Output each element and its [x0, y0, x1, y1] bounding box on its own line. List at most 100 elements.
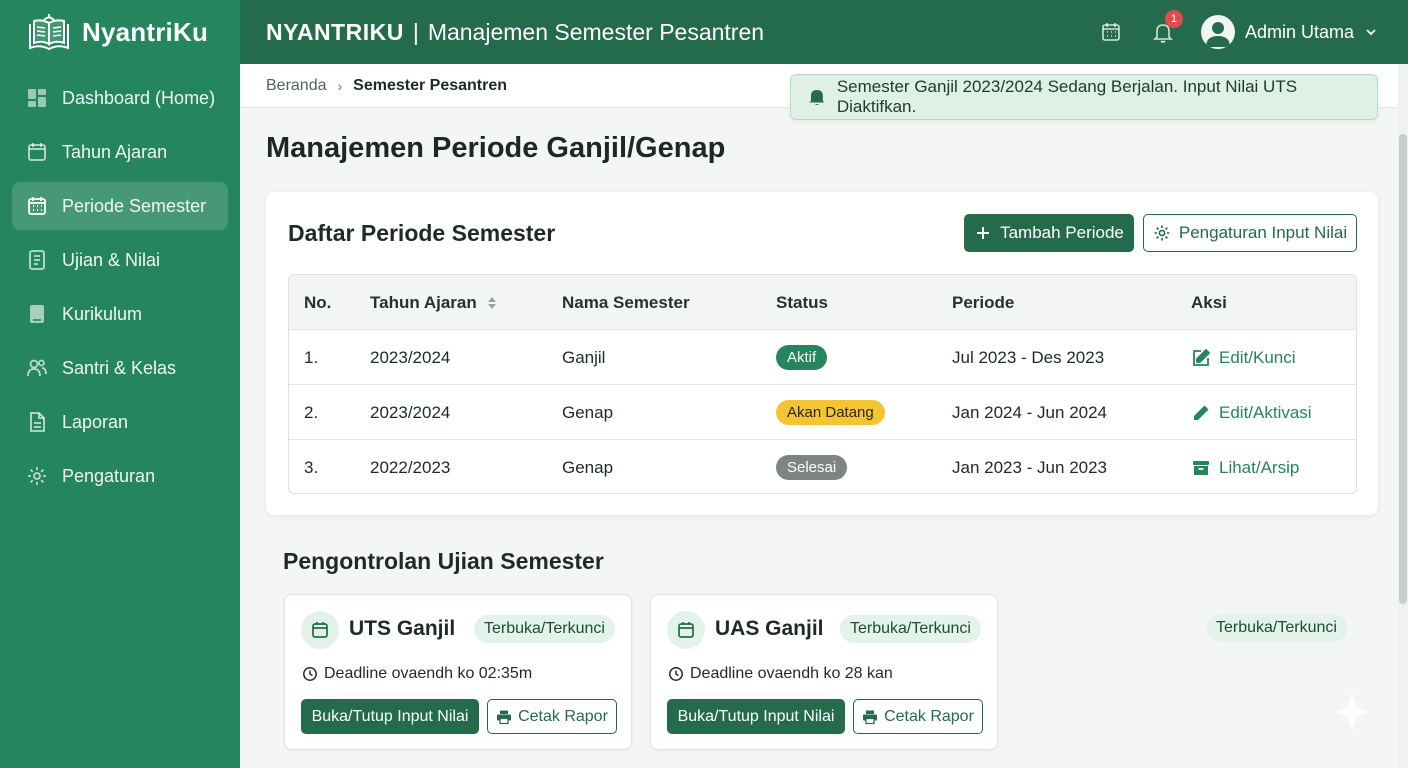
- sidebar-item-label: Ujian & Nilai: [62, 249, 161, 270]
- grade-input-settings-button[interactable]: Pengaturan Input Nilai: [1143, 214, 1357, 252]
- users-icon: [27, 359, 47, 377]
- calendar-grid-icon: [28, 197, 46, 215]
- row-number: 1.: [304, 347, 319, 367]
- sidebar-nav: Dashboard (Home) Tahun Ajaran Periode Se…: [0, 74, 240, 500]
- row-number: 3.: [304, 457, 319, 477]
- period-list-card: Daftar Periode Semester Tambah Periode P…: [266, 192, 1378, 515]
- semester-name: Ganjil: [562, 347, 606, 367]
- sidebar-item-santri-kelas[interactable]: Santri & Kelas: [12, 344, 228, 392]
- plus-icon: [977, 227, 990, 239]
- dashboard-icon: [28, 89, 46, 107]
- sidebar-item-label: Laporan: [62, 411, 129, 432]
- academic-year: 2023/2024: [370, 402, 451, 422]
- edit-lock-action[interactable]: Edit/Kunci: [1191, 330, 1296, 385]
- calendar-icon: [667, 611, 705, 649]
- column-header-period: Periode: [952, 292, 1015, 312]
- sidebar-item-label: Dashboard (Home): [62, 87, 216, 108]
- book-logo-icon: [26, 10, 72, 54]
- sidebar-item-label: Pengaturan: [62, 465, 156, 486]
- chevron-right-icon: ›: [337, 77, 343, 94]
- academic-year: 2022/2023: [370, 457, 451, 477]
- clock-icon: [669, 667, 683, 681]
- period-range: Jan 2023 - Jun 2023: [952, 457, 1108, 477]
- gear-icon: [28, 467, 46, 485]
- print-report-button[interactable]: Cetak Rapor: [853, 699, 983, 734]
- edit-activate-action[interactable]: Edit/Aktivasi: [1191, 385, 1312, 440]
- deadline-text: Deadline ovaendh ko 28 kan: [690, 665, 893, 682]
- sparkle-icon: [1332, 692, 1372, 732]
- sidebar-item-label: Kurikulum: [62, 303, 143, 324]
- header-title-brand: NYANTRIKU: [266, 18, 404, 45]
- breadcrumb-home-link[interactable]: Beranda: [266, 77, 327, 95]
- chevron-down-icon[interactable]: [1364, 25, 1378, 39]
- user-name[interactable]: Admin Utama: [1245, 22, 1354, 43]
- archive-icon: [1193, 460, 1209, 475]
- pencil-icon: [1194, 405, 1209, 420]
- action-label: Edit/Aktivasi: [1219, 402, 1312, 422]
- notifications-button[interactable]: 1: [1149, 10, 1183, 46]
- header-actions: 1 Admin Utama: [1097, 0, 1378, 64]
- add-period-label: Tambah Periode: [1000, 223, 1124, 242]
- notification-text: Semester Ganjil 2023/2024 Sedang Berjala…: [836, 77, 1298, 116]
- status-badge: Akan Datang: [776, 400, 885, 425]
- column-header-academic-year[interactable]: Tahun Ajaran: [370, 275, 497, 330]
- gear-icon: [1154, 225, 1170, 241]
- scrollbar-thumb[interactable]: [1399, 134, 1407, 604]
- status-badge: Aktif: [776, 345, 828, 370]
- sidebar-item-ujian-nilai[interactable]: Ujian & Nilai: [12, 236, 228, 284]
- page-title: Manajemen Periode Ganjil/Genap: [266, 132, 726, 164]
- report-icon: [30, 412, 45, 432]
- sidebar-item-dashboard[interactable]: Dashboard (Home): [12, 74, 228, 122]
- sidebar: NyantriKu Dashboard (Home) Tahun Ajaran …: [0, 0, 240, 768]
- active-semester-notification: Semester Ganjil 2023/2024 Sedang Berjala…: [790, 74, 1378, 120]
- avatar[interactable]: [1200, 15, 1235, 49]
- status-cell: Akan Datang: [776, 385, 885, 440]
- sidebar-item-label: Tahun Ajaran: [62, 141, 168, 162]
- action-label: Lihat/Arsip: [1219, 457, 1300, 477]
- calendar-button[interactable]: [1097, 18, 1125, 46]
- academic-year: 2023/2024: [370, 347, 451, 367]
- sidebar-item-pengaturan[interactable]: Pengaturan: [12, 452, 228, 500]
- semester-name: Genap: [562, 402, 614, 422]
- brand[interactable]: NyantriKu: [0, 0, 240, 64]
- exam-status-tag: Terbuka/Terkunci: [1206, 614, 1347, 642]
- sort-icon[interactable]: [487, 296, 497, 310]
- clock-icon: [303, 667, 317, 681]
- add-period-button[interactable]: Tambah Periode: [964, 214, 1134, 252]
- table-header-row: No. Tahun Ajaran Nama Semester Status Pe…: [289, 275, 1356, 330]
- table-row: 2. 2023/2024 Genap Akan Datang Jan 2024 …: [289, 385, 1356, 440]
- view-archive-action[interactable]: Lihat/Arsip: [1191, 440, 1300, 493]
- exam-card-uas: UAS Ganjil Terbuka/Terkunci Deadline ova…: [650, 594, 998, 750]
- print-report-button[interactable]: Cetak Rapor: [487, 699, 617, 734]
- breadcrumb-current: Semester Pesantren: [353, 76, 508, 94]
- exam-deadline: Deadline ovaendh ko 02:35m: [302, 665, 532, 683]
- exam-control-title: Pengontrolan Ujian Semester: [283, 548, 604, 574]
- header-title-text: Manajemen Semester Pesantren: [427, 18, 765, 45]
- toggle-grade-input-button[interactable]: Buka/Tutup Input Nilai: [667, 699, 845, 734]
- exam-status-tag: Terbuka/Terkunci: [840, 615, 981, 643]
- brand-name: NyantriKu: [82, 16, 209, 47]
- exam-status-tag: Terbuka/Terkunci: [474, 615, 615, 643]
- sidebar-item-laporan[interactable]: Laporan: [12, 398, 228, 446]
- period-range: Jul 2023 - Des 2023: [952, 347, 1105, 367]
- grade-input-settings-label: Pengaturan Input Nilai: [1178, 223, 1348, 242]
- period-range: Jan 2024 - Jun 2024: [952, 402, 1108, 422]
- print-report-label: Cetak Rapor: [518, 707, 608, 725]
- table-row: 1. 2023/2024 Ganjil Aktif Jul 2023 - Des…: [289, 330, 1356, 385]
- column-header-no: No.: [304, 292, 332, 312]
- edit-square-icon: [1193, 348, 1211, 366]
- exam-title: UAS Ganjil: [715, 617, 824, 640]
- page-scrollbar[interactable]: [1398, 64, 1408, 768]
- print-report-label: Cetak Rapor: [884, 707, 974, 725]
- calendar-icon: [28, 143, 46, 161]
- calendar-icon: [1102, 23, 1120, 41]
- column-header-label: Tahun Ajaran: [370, 292, 477, 312]
- toggle-grade-input-button[interactable]: Buka/Tutup Input Nilai: [301, 699, 479, 734]
- sidebar-item-kurikulum[interactable]: Kurikulum: [12, 290, 228, 338]
- top-header: NYANTRIKU | Manajemen Semester Pesantren 1…: [240, 0, 1408, 64]
- header-title: NYANTRIKU | Manajemen Semester Pesantren: [266, 19, 764, 46]
- exam-deadline: Deadline ovaendh ko 28 kan: [668, 665, 893, 683]
- sidebar-item-tahun-ajaran[interactable]: Tahun Ajaran: [12, 128, 228, 176]
- sidebar-item-periode-semester[interactable]: Periode Semester: [12, 182, 228, 230]
- column-header-semester: Nama Semester: [562, 292, 690, 312]
